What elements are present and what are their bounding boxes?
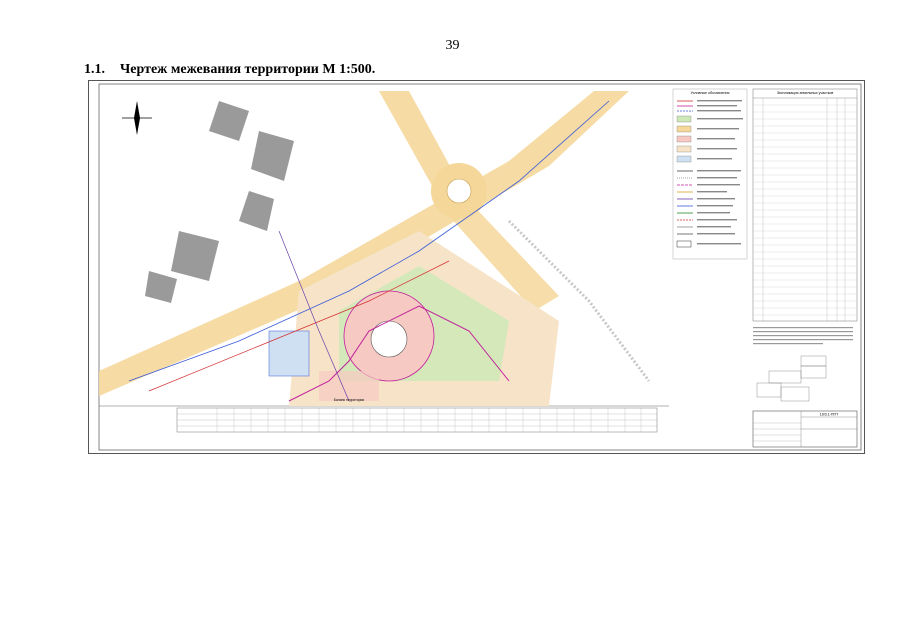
building-5 [145,271,177,303]
parcels-table: Экспликация земельных участков [752,88,858,322]
bottom-table-title: Баланс территории [334,398,365,402]
building-4 [171,231,219,281]
notes-block [753,327,853,345]
building-2 [251,131,294,181]
zone-pink-rect [319,371,379,401]
section-title: Чертеж межевания территории М 1:500. [120,62,376,77]
title-block: 19/3.1-ППТ [752,410,858,448]
page-number: 39 [445,38,460,53]
central-building [370,320,408,358]
legend-title: Условные обозначения [691,91,730,95]
section-heading: 1.1. Чертеж межевания территории М 1:500. [84,62,375,78]
building-3 [239,191,274,231]
roundabout-center [446,178,472,204]
surveying-drawing: Условные обозначения Экспликация земельн… [88,80,865,454]
section-number: 1.1. [84,62,105,77]
legend-panel: Условные обозначения [672,88,748,260]
map-area [99,91,651,406]
north-arrow-icon [122,101,152,135]
zone-blue [268,330,310,377]
key-map [756,355,827,402]
building-1 [209,101,249,141]
drawing-svg: Условные обозначения Экспликация земельн… [98,83,862,451]
title-block-code: 19/3.1-ППТ [820,413,839,417]
parcels-table-title: Экспликация земельных участков [777,91,834,95]
